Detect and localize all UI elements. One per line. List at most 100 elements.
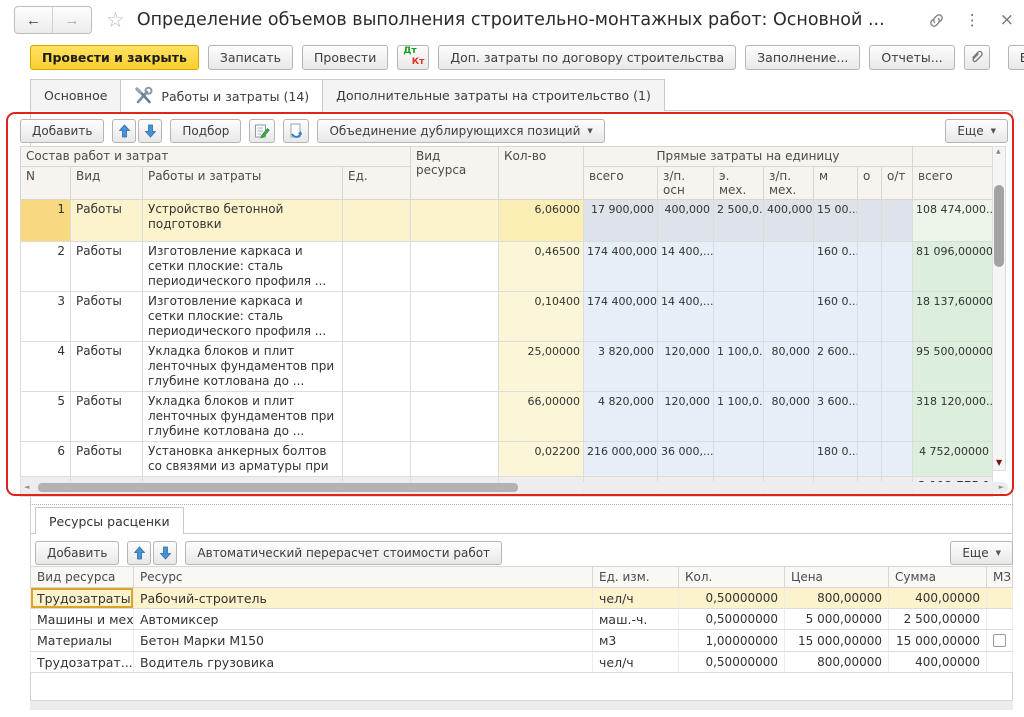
cell-qty[interactable]: 0,46500 (499, 242, 584, 292)
cell-total[interactable]: 18 137,60000 (913, 292, 993, 342)
resources-more-button[interactable]: Еще▼ (950, 541, 1013, 565)
cell-zp-meh[interactable] (764, 442, 814, 477)
cell-sum[interactable]: 400,00000 (889, 588, 987, 609)
cell-resource-type[interactable] (411, 442, 499, 477)
cell-name[interactable]: Укладка блоков и плит ленточных фундамен… (143, 392, 343, 442)
reports-button[interactable]: Отчеты... (869, 45, 954, 70)
cell-qty[interactable]: 0,50000000 (679, 588, 785, 609)
cell-resource-type[interactable] (411, 292, 499, 342)
save-button[interactable]: Записать (208, 45, 293, 70)
cell-vid[interactable]: Работы (71, 292, 143, 342)
resources-add-button[interactable]: Добавить (35, 541, 119, 565)
cell-m[interactable]: 3 600... (814, 392, 858, 442)
cell-e-meh[interactable] (714, 292, 764, 342)
cell-zp-osn[interactable]: 36 000,... (658, 442, 714, 477)
attachments-button[interactable] (964, 45, 990, 70)
cell-mz[interactable] (987, 630, 1013, 652)
cell-vsego[interactable]: 174 400,000 (584, 242, 658, 292)
move-down-button[interactable] (138, 119, 162, 143)
cell-qty[interactable]: 66,00000 (499, 392, 584, 442)
cell-resource-type[interactable] (411, 392, 499, 442)
cell-unit[interactable]: м3 (593, 630, 679, 652)
cell-o[interactable] (858, 200, 882, 242)
vertical-scrollbar-thumb[interactable] (994, 185, 1004, 267)
cell-price[interactable]: 800,00000 (785, 652, 889, 673)
cell-ot[interactable] (882, 342, 913, 392)
back-button[interactable]: ← (15, 7, 53, 33)
cell-zp-osn[interactable]: 120,000 (658, 392, 714, 442)
cell-resource-kind[interactable]: Машины и мех... (31, 609, 134, 630)
cell-sum[interactable]: 2 500,00000 (889, 609, 987, 630)
resources-move-up-button[interactable] (127, 541, 151, 565)
cell-o[interactable] (858, 342, 882, 392)
cell-e-meh[interactable]: 1 100,0... (714, 392, 764, 442)
pick-button[interactable]: Подбор (170, 119, 241, 143)
cell-qty[interactable]: 0,50000000 (679, 652, 785, 673)
cell-resource[interactable]: Бетон Марки М150 (134, 630, 593, 652)
cell-unit[interactable]: маш.-ч. (593, 609, 679, 630)
cell-ed[interactable] (343, 442, 411, 477)
works-row[interactable]: 2 Работы Изготовление каркаса и сетки пл… (21, 242, 993, 292)
cell-vsego[interactable]: 4 820,000 (584, 392, 658, 442)
cell-vid[interactable]: Работы (71, 342, 143, 392)
cell-ed[interactable] (343, 292, 411, 342)
merge-duplicates-dropdown[interactable]: Объединение дублирующихся позиций▼ (317, 119, 604, 143)
post-and-close-button[interactable]: Провести и закрыть (30, 45, 199, 70)
cell-e-meh[interactable] (714, 242, 764, 292)
auto-recalc-button[interactable]: Автоматический перерасчет стоимости рабо… (185, 541, 502, 565)
cell-e-meh[interactable] (714, 442, 764, 477)
cell-vid[interactable]: Работы (71, 242, 143, 292)
horizontal-scrollbar[interactable]: ◄ ► (20, 482, 1008, 493)
more-button[interactable]: Еще▼ (1008, 45, 1024, 70)
cell-sum[interactable]: 400,00000 (889, 652, 987, 673)
cell-ot[interactable] (882, 442, 913, 477)
cell-vsego[interactable]: 216 000,000 (584, 442, 658, 477)
cell-total[interactable]: 95 500,00000 (913, 342, 993, 392)
cell-ot[interactable] (882, 242, 913, 292)
dtkt-postings-button[interactable]: ДтКт (397, 45, 429, 70)
cell-total[interactable]: 318 120,000... (913, 392, 993, 442)
works-row[interactable]: 5 Работы Укладка блоков и плит ленточных… (21, 392, 993, 442)
cell-zp-meh[interactable]: 400,000 (764, 200, 814, 242)
works-more-button[interactable]: Еще▼ (945, 119, 1008, 143)
cell-resource-kind[interactable]: Трудозатраты (31, 588, 134, 609)
cell-m[interactable]: 180 0... (814, 442, 858, 477)
cell-qty[interactable]: 25,00000 (499, 342, 584, 392)
scroll-up-icon[interactable]: ▲ (996, 148, 1001, 155)
tab-osnovnoe[interactable]: Основное (30, 79, 121, 111)
resource-row[interactable]: Материалы Бетон Марки М150 м3 1,00000000… (31, 630, 1013, 652)
resource-row[interactable]: Трудозатрат... Водитель грузовика чел/ч … (31, 652, 1013, 673)
resource-row[interactable]: Трудозатраты Рабочий-строитель чел/ч 0,5… (31, 588, 1013, 609)
cell-vsego[interactable]: 174 400,000 (584, 292, 658, 342)
cell-qty[interactable]: 0,50000000 (679, 609, 785, 630)
tab-raboty-i-zatraty[interactable]: Работы и затраты (14) (120, 79, 323, 112)
cell-qty[interactable]: 6,06000 (499, 200, 584, 242)
cell-mz[interactable] (987, 652, 1013, 673)
favorite-star-icon[interactable]: ☆ (106, 10, 125, 31)
cell-price[interactable]: 15 000,00000 (785, 630, 889, 652)
cell-name[interactable]: Укладка блоков и плит ленточных фундамен… (143, 342, 343, 392)
cell-ed[interactable] (343, 242, 411, 292)
cell-vid[interactable]: Работы (71, 392, 143, 442)
cell-ot[interactable] (882, 292, 913, 342)
mz-checkbox[interactable] (993, 634, 1006, 647)
move-up-button[interactable] (112, 119, 136, 143)
forward-button[interactable]: → (53, 7, 91, 33)
resources-move-down-button[interactable] (153, 541, 177, 565)
cell-ed[interactable] (343, 392, 411, 442)
cell-n[interactable]: 5 (21, 392, 71, 442)
cell-resource[interactable]: Водитель грузовика (134, 652, 593, 673)
cell-o[interactable] (858, 442, 882, 477)
refill-document-button[interactable] (283, 119, 309, 143)
cell-zp-meh[interactable]: 80,000 (764, 342, 814, 392)
tab-dop-zatraty[interactable]: Дополнительные затраты на строительство … (322, 79, 665, 111)
link-icon[interactable] (928, 12, 945, 29)
cell-vsego[interactable]: 17 900,000 (584, 200, 658, 242)
cell-n[interactable]: 4 (21, 342, 71, 392)
cell-mz[interactable] (987, 588, 1013, 609)
extra-costs-button[interactable]: Доп. затраты по договору строительства (438, 45, 736, 70)
post-button[interactable]: Провести (302, 45, 388, 70)
cell-name[interactable]: Изготовление каркаса и сетки плоские: ст… (143, 292, 343, 342)
cell-vid[interactable]: Работы (71, 200, 143, 242)
cell-n[interactable]: 1 (21, 200, 71, 242)
